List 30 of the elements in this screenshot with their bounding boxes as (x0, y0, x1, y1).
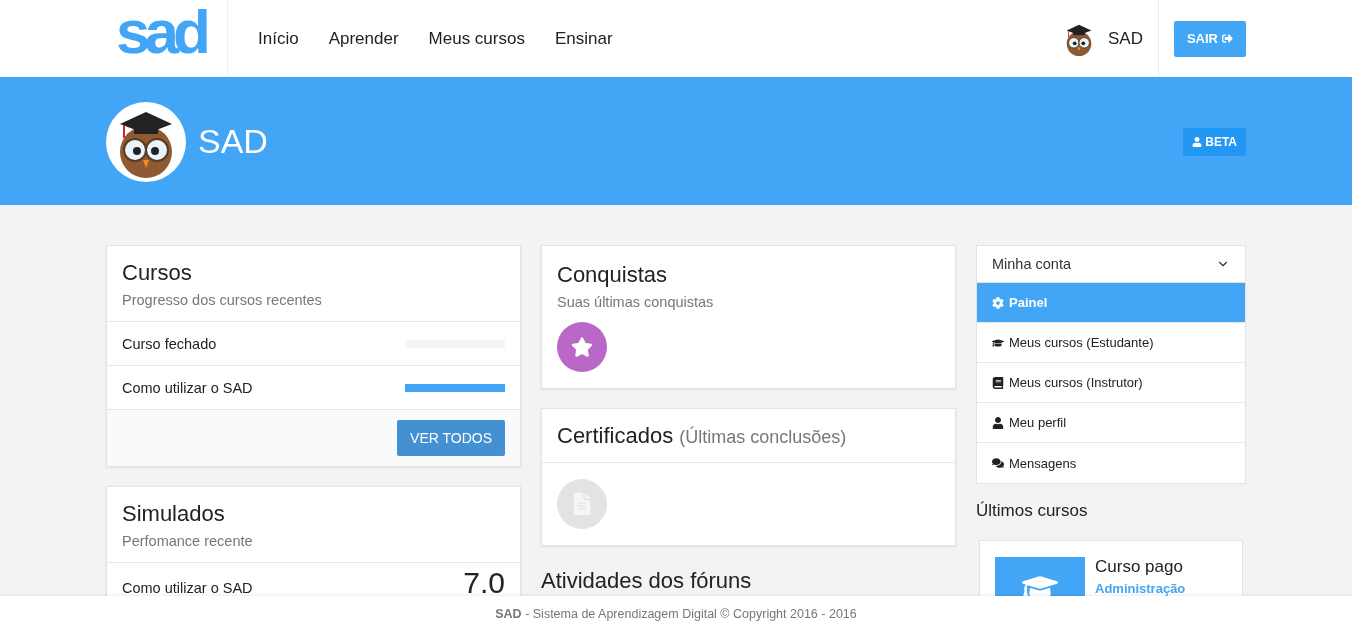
graduation-cap-icon (992, 336, 1004, 349)
course-name: Curso fechado (122, 335, 217, 352)
card-title: Simulados (122, 501, 226, 527)
sign-out-icon (1222, 33, 1233, 44)
card-subtitle: Suas últimas conquistas (557, 294, 715, 310)
profile-name: SAD (198, 122, 268, 161)
nav-link[interactable]: Ensinar (554, 28, 613, 49)
course-name: Curso pago (1095, 557, 1184, 577)
card-subtitle: Perfomance recente (122, 533, 254, 549)
nav-link[interactable]: Aprender (328, 28, 399, 49)
user-icon (1192, 136, 1203, 147)
card-title: Conquistas (557, 262, 669, 288)
star-icon (571, 336, 593, 358)
card-subtitle: Progresso dos cursos recentes (122, 292, 323, 308)
settings-icon (992, 296, 1004, 309)
book-icon (992, 376, 1004, 389)
user-icon (992, 416, 1004, 429)
course-name: Como utilizar o SAD (122, 379, 253, 396)
card-title: Cursos (122, 260, 193, 286)
chat-bubbles-icon (992, 457, 1004, 469)
copyright-text: SAD - Sistema de Aprendizagem Digital © Copyright 2016 - 2016 (495, 607, 857, 621)
course-card[interactable]: Curso pago Administração (979, 540, 1243, 596)
card-title: Certificados (Últimas conclusões) (557, 423, 848, 449)
section-title: Atividades dos fóruns (541, 568, 753, 594)
nav-link[interactable]: Início (258, 28, 299, 49)
course-name: Como utilizar o SAD (122, 580, 253, 596)
section-title: Últimos cursos (976, 501, 1089, 521)
nav-link[interactable]: Meus cursos (428, 28, 525, 49)
score: 7.0 (463, 569, 505, 596)
user-name[interactable]: SAD (1107, 28, 1143, 49)
